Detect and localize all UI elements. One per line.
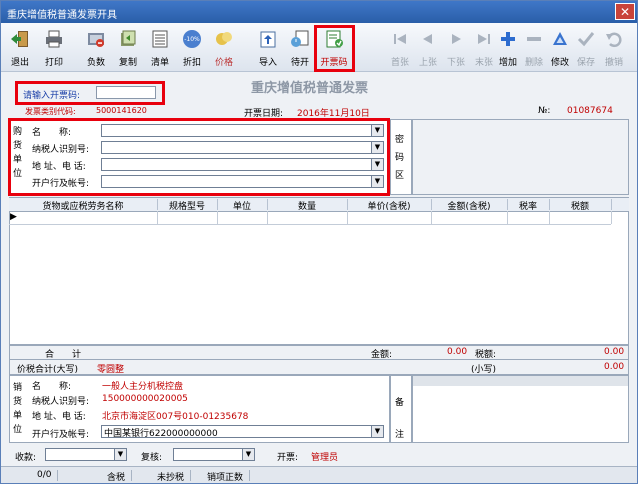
invoice-no-label: №:	[538, 106, 551, 116]
tax-value: 0.00	[604, 347, 625, 357]
row-marker-icon: ▶	[10, 212, 17, 222]
seller-side-label: 销 货 单 位	[13, 383, 23, 435]
seller-name-label: 名 称:	[32, 382, 72, 392]
buyer-highlight	[8, 118, 390, 196]
price-label: 价格	[214, 58, 233, 68]
status-bar: 0/0 含税 未抄税 销项正数	[1, 466, 637, 483]
list-icon	[152, 30, 168, 48]
pending-button[interactable]: 待开	[285, 25, 315, 69]
goods-grid-header: 货物或应税劳务名称 规格型号 单位 数量 单价(含税) 金额(含税) 税率 税额	[9, 198, 629, 212]
seller-address-value: 北京市海淀区007号010-01235678	[102, 412, 249, 422]
prev-icon	[423, 34, 432, 44]
payee-label: 收款:	[15, 453, 37, 463]
undo-icon	[606, 32, 622, 48]
payee-select[interactable]: ▼	[45, 448, 127, 461]
print-button[interactable]: 打印	[39, 25, 69, 69]
minus-icon	[527, 37, 541, 41]
remark-side-label: 备 注	[395, 398, 405, 440]
invoice-no-value: 01087674	[567, 106, 613, 116]
col-unit-price: 单价(含税)	[347, 199, 432, 212]
amount-value: 0.00	[447, 347, 468, 357]
col-spec: 规格型号	[157, 199, 218, 212]
col-goods-name: 货物或应税劳务名称	[9, 199, 158, 212]
chevron-down-icon: ▼	[242, 449, 254, 460]
small-label: (小写)	[471, 365, 497, 375]
small-value: 0.00	[604, 362, 625, 372]
cipher-side-label: 密 码 区	[395, 135, 405, 181]
chevron-down-icon: ▼	[371, 426, 383, 437]
import-icon	[260, 31, 276, 48]
col-amount: 金额(含税)	[431, 199, 508, 212]
first-icon	[394, 34, 406, 44]
next-icon	[452, 34, 461, 44]
exit-icon	[11, 31, 28, 47]
seller-bank-label: 开户行及帐号:	[32, 430, 90, 440]
total-words: 零圆整	[97, 365, 125, 375]
type-code-value: 5000141620	[96, 106, 147, 115]
drawer-value: 管理员	[311, 453, 339, 463]
goods-row[interactable]: ▶	[9, 211, 612, 225]
invoice-window: 重庆增值税普通发票开具 ✕ 退出 打印 负数 复制 清单 -10% 折扣 价格 …	[0, 0, 638, 484]
drawer-label: 开票:	[277, 453, 299, 463]
status-count: 0/0	[31, 470, 59, 481]
price-tag-icon	[216, 32, 232, 45]
title-bar: 重庆增值税普通发票开具 ✕	[1, 1, 637, 23]
col-tax-rate: 税率	[507, 199, 550, 212]
checkmark-icon	[577, 32, 595, 47]
seller-name-value: 一般人主分机税控盘	[102, 382, 184, 392]
seller-address-label: 地 址、电 话:	[32, 412, 86, 422]
type-code-label: 发票类别代码:	[25, 107, 76, 116]
code-input-highlight	[15, 81, 165, 105]
seller-taxid-label: 纳税人识别号:	[32, 397, 90, 407]
cipher-area	[412, 119, 629, 195]
total-label: 价税合计(大写)	[17, 365, 79, 375]
status-copy: 未抄税	[151, 470, 192, 483]
negative-invoice-icon	[88, 33, 104, 47]
status-tax-mode: 含税	[101, 470, 133, 483]
copy-icon	[121, 30, 136, 46]
last-icon	[478, 34, 490, 44]
plus-icon	[501, 32, 515, 46]
invoice-code-highlight	[314, 25, 355, 72]
col-unit: 单位	[217, 199, 268, 212]
invoice-heading: 重庆增值税普通发票	[251, 81, 369, 96]
cancel-label: 撤销	[604, 58, 623, 68]
pending-icon	[291, 30, 309, 47]
reviewer-label: 复核:	[141, 453, 163, 463]
exit-button[interactable]: 退出	[5, 25, 35, 69]
printer-icon	[46, 30, 62, 48]
modify-icon	[553, 32, 567, 45]
seller-bank-select[interactable]: 中国某银行622000000000 ▼	[101, 425, 384, 439]
chevron-down-icon: ▼	[114, 449, 126, 460]
col-quantity: 数量	[267, 199, 348, 212]
status-sales-mode: 销项正数	[201, 470, 251, 483]
print-label: 打印	[44, 58, 63, 68]
seller-taxid-value: 150000000020005	[102, 394, 188, 404]
discount-badge: -10%	[184, 36, 200, 43]
window-title: 重庆增值税普通发票开具	[7, 10, 117, 21]
reviewer-select[interactable]: ▼	[173, 448, 255, 461]
close-icon[interactable]: ✕	[615, 3, 635, 20]
price-button[interactable]: 价格	[209, 25, 239, 69]
col-tax: 税额	[549, 199, 612, 212]
cancel-button[interactable]: 撤销	[599, 25, 629, 69]
